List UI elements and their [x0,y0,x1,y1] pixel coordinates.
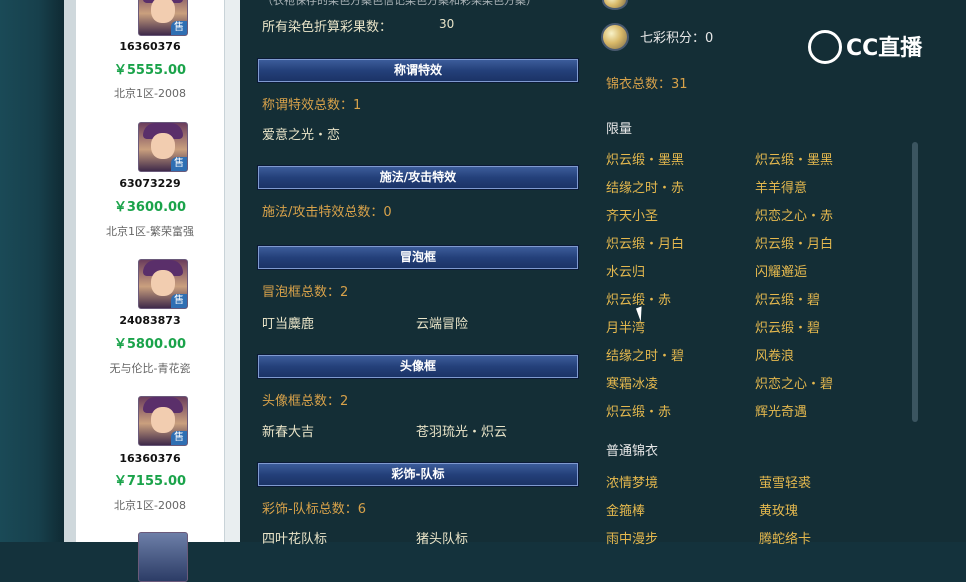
limited-item: 齐天小圣 [606,209,659,224]
limited-item: 炽云缎・赤 [606,293,672,308]
normal-item: 雨中漫步 [606,532,659,547]
listing-sidebar[interactable]: 售 16360376 ￥5555.00 北京1区-2008 售 63073229… [76,0,225,582]
gem-icon [602,0,628,10]
cc-live-watermark: CC直播 [808,30,922,66]
jinyi-total: 锦衣总数：31 [606,77,688,92]
team-badge-item: 四叶花队标 [262,532,328,547]
limited-item: 炽云缎・碧 [755,321,821,336]
bubble-item: 叮当麋鹿 [262,317,315,332]
listing-price: ￥5800.00 [113,337,187,352]
character-avatar[interactable] [138,532,188,582]
section-header-cast-effect: 施法/攻击特效 [258,166,578,189]
listing-price: ￥3600.00 [113,200,187,215]
limited-item: 闪耀邂逅 [755,265,808,280]
sale-badge: 售 [171,157,187,171]
qicai-score: 七彩积分：0 [640,31,714,46]
listing-id: 16360376 [119,452,181,465]
cc-logo-icon [808,30,842,64]
limited-item: 炽云缎・月白 [755,237,834,252]
listing-server: 北京1区-2008 [114,499,186,512]
normal-item: 金箍棒 [606,504,646,519]
dye-total-value: 30 [439,17,455,31]
limited-item: 炽云缎・墨黑 [606,153,685,168]
limited-title: 限量 [606,122,633,137]
limited-item: 结缘之时・碧 [606,349,685,364]
limited-item: 炽恋之心・碧 [755,377,834,392]
section-stat: 冒泡框总数：2 [262,285,349,300]
sale-badge: 售 [171,21,187,35]
background-strip [64,0,76,542]
background-left-panel [0,0,64,542]
section-header-bubble-frame: 冒泡框 [258,246,578,269]
limited-item: 炽云缎・墨黑 [755,153,834,168]
listing-server: 北京1区-繁荣富强 [106,225,194,238]
listing-server: 无与伦比-青花瓷 [109,362,191,375]
section-header-avatar-frame: 头像框 [258,355,578,378]
section-header-team-badge: 彩饰-队标 [258,463,578,486]
bubble-item: 云端冒险 [416,317,469,332]
normal-item: 浓情梦境 [606,476,659,491]
section-header-title-effect: 称谓特效 [258,59,578,82]
sale-badge: 售 [171,431,187,445]
listing-id: 63073229 [119,177,181,190]
limited-item: 辉光奇遇 [755,405,808,420]
limited-item: 炽云缎・碧 [755,293,821,308]
normal-item: 黄玫瑰 [759,504,799,519]
team-badge-item: 猪头队标 [416,532,469,547]
section-stat: 施法/攻击特效总数：0 [262,205,392,220]
character-avatar[interactable]: 售 [138,122,188,172]
sale-badge: 售 [171,294,187,308]
section-stat: 称谓特效总数：1 [262,98,362,113]
section-stat: 彩饰-队标总数：6 [262,502,366,517]
listing-id: 24083873 [119,314,181,327]
listing-server: 北京1区-2008 [114,87,186,100]
limited-item: 炽云缎・赤 [606,405,672,420]
section-stat: 头像框总数：2 [262,394,349,409]
avatar-frame-item: 新春大吉 [262,425,315,440]
normal-title: 普通锦衣 [606,444,659,459]
list-scrollbar[interactable] [912,142,918,422]
dye-note: （衣袍保存的染色方案色信记染色方案和彩果染色方案） [262,0,537,7]
effect-item: 爱意之光・恋 [262,128,341,143]
limited-item: 炽恋之心・赤 [755,209,834,224]
character-avatar[interactable]: 售 [138,259,188,309]
dye-total-label: 所有染色折算彩果数： [262,20,393,35]
detail-panel: （衣袍保存的染色方案色信记染色方案和彩果染色方案） 所有染色折算彩果数： 30 … [240,0,966,547]
listing-price: ￥5555.00 [113,63,187,78]
limited-item: 结缘之时・赤 [606,181,685,196]
limited-item: 羊羊得意 [755,181,808,196]
listing-id: 16360376 [119,40,181,53]
limited-item: 风卷浪 [755,349,795,364]
character-avatar[interactable]: 售 [138,0,188,36]
limited-item: 炽云缎・月白 [606,237,685,252]
avatar-frame-item: 苍羽琉光・炽云 [416,425,508,440]
normal-item: 萤雪轻裘 [759,476,812,491]
qicai-gem-icon [601,23,629,51]
sidebar-gap [225,0,240,542]
listing-price: ￥7155.00 [113,474,187,489]
limited-item: 水云归 [606,265,646,280]
limited-item: 寒霜冰凌 [606,377,659,392]
character-avatar[interactable]: 售 [138,396,188,446]
normal-item: 腾蛇络卡 [759,532,812,547]
